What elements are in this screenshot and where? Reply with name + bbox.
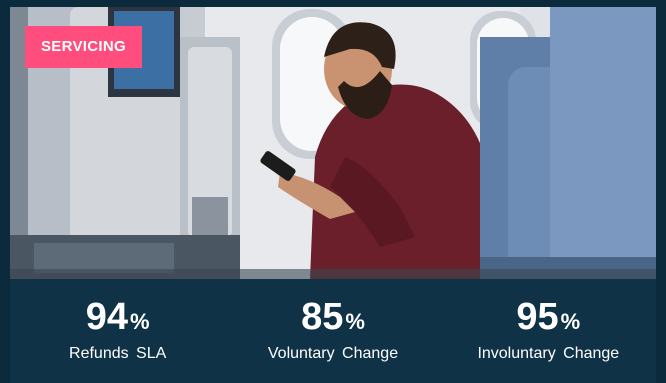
stats-row: 94% Refunds SLA 85% Voluntary Change 95%… — [10, 279, 656, 383]
stat-value: 94% — [10, 296, 225, 338]
stat-percent-suffix: % — [560, 309, 581, 334]
stat-number: 95 — [516, 296, 559, 338]
stat-number: 85 — [301, 296, 344, 338]
stat-label: Involuntary Change — [477, 345, 620, 362]
stat-involuntary-change: 95% Involuntary Change — [441, 279, 656, 383]
stat-refunds-sla: 94% Refunds SLA — [10, 279, 225, 383]
category-tag: SERVICING — [25, 26, 142, 68]
stat-number: 94 — [85, 296, 129, 338]
stat-label: Refunds SLA — [69, 345, 167, 362]
stat-value: 95% — [441, 296, 656, 338]
stat-voluntary-change: 85% Voluntary Change — [225, 279, 440, 383]
hero-image: SERVICING — [10, 7, 656, 279]
servicing-card: SERVICING 94% Refunds SLA 85% Voluntary … — [10, 7, 656, 383]
stat-percent-suffix: % — [345, 309, 365, 334]
stat-label: Voluntary Change — [267, 345, 399, 362]
stat-percent-suffix: % — [130, 309, 150, 334]
stat-value: 85% — [225, 296, 440, 338]
